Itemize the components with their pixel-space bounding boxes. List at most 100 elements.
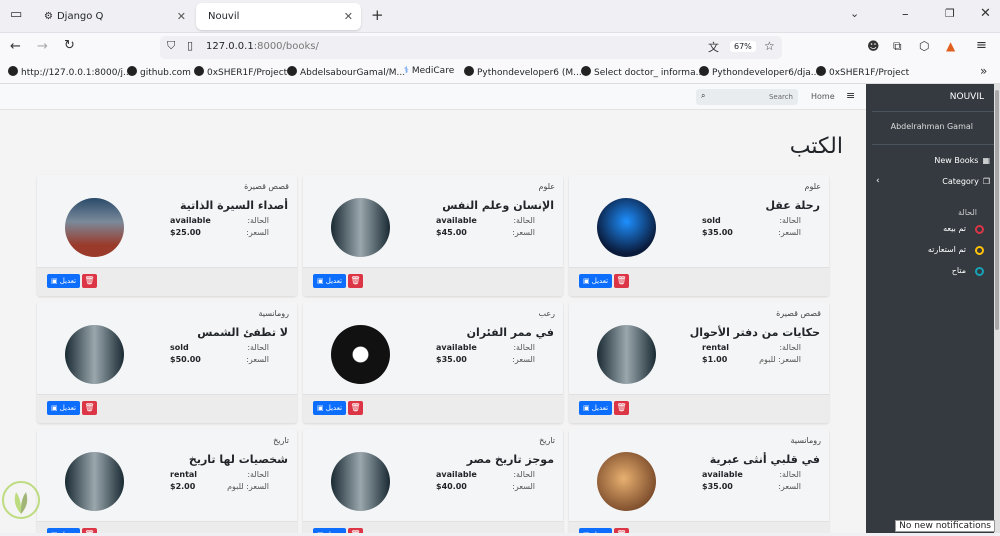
main-content: الكتب علوم رحلة عقل الحالة: sold السعر: $35.0… bbox=[0, 110, 866, 533]
bookmark-item[interactable]: Pythondeveloper6 (M... bbox=[464, 66, 582, 78]
book-card[interactable]: قصص قصيرة حكايات من دفتر الأحوال الحالة: re… bbox=[569, 302, 829, 423]
forward-icon[interactable]: → bbox=[37, 39, 48, 54]
edit-button[interactable]: ▣ تعديل bbox=[313, 528, 346, 533]
book-title[interactable]: في قلبي أنثى عبرية bbox=[710, 453, 820, 466]
bookmark-item[interactable]: AbdelsabourGamal/M... bbox=[287, 66, 405, 78]
search-icon[interactable]: ⌕ bbox=[701, 91, 705, 101]
book-cover-image[interactable] bbox=[597, 198, 656, 257]
delete-button[interactable]: 🗑 bbox=[348, 274, 363, 288]
card-footer: ▣ تعديل🗑 bbox=[37, 394, 297, 423]
puzzle-icon[interactable]: ⧉ bbox=[893, 39, 902, 54]
tab-nouvil[interactable]: Nouvil ✕ bbox=[196, 3, 361, 30]
book-card[interactable]: تاريخ شخصيات لها تاريخ الحالة: rental السعر:… bbox=[37, 429, 297, 533]
edit-button[interactable]: ▣ تعديل bbox=[579, 401, 612, 415]
bookmark-item[interactable]: Pythondeveloper6/dja... bbox=[699, 66, 819, 78]
book-title[interactable]: أصداء السيرة الذاتية bbox=[180, 199, 288, 212]
book-title[interactable]: الإنسان وعلم النفس bbox=[442, 199, 554, 212]
book-title[interactable]: شخصيات لها تاريخ bbox=[189, 453, 288, 466]
card-footer: ▣ تعديل🗑 bbox=[303, 267, 563, 296]
edit-button[interactable]: ▣ تعديل bbox=[313, 274, 346, 288]
extension-icon[interactable]: ☻ bbox=[867, 39, 880, 53]
book-cover-image[interactable] bbox=[597, 325, 656, 384]
sidebar-item-category[interactable]: Category ❐ bbox=[942, 177, 990, 186]
save-icon: ▣ bbox=[316, 404, 324, 412]
more-bookmarks-icon[interactable]: » bbox=[980, 64, 987, 78]
book-cover-image[interactable] bbox=[65, 452, 124, 511]
book-category: قصص قصيرة bbox=[776, 309, 821, 318]
brand[interactable]: NOUVIL bbox=[950, 92, 984, 102]
book-title[interactable]: موجز تاريخ مصر bbox=[467, 453, 554, 466]
book-card[interactable]: علوم رحلة عقل الحالة: sold السعر: $35.00 ▣ تعد… bbox=[569, 175, 829, 296]
github-icon bbox=[699, 66, 709, 76]
home-link[interactable]: Home bbox=[811, 92, 835, 101]
card-footer: ▣ تعديل🗑 bbox=[569, 521, 829, 533]
delete-button[interactable]: 🗑 bbox=[82, 401, 97, 415]
translate-icon[interactable]: 文 bbox=[708, 39, 719, 55]
bookmark-star-icon[interactable]: ☆ bbox=[764, 39, 775, 53]
edit-button[interactable]: ▣ تعديل bbox=[47, 401, 80, 415]
url-bar[interactable]: ⛉ ▯ 127.0.0.1:8000/books/ 文 67% ☆ bbox=[160, 36, 782, 59]
book-title[interactable]: حكايات من دفتر الأحوال bbox=[690, 326, 820, 339]
book-card[interactable]: علوم الإنسان وعلم النفس الحالة: available ال… bbox=[303, 175, 563, 296]
edit-label: تعديل bbox=[591, 404, 609, 412]
fox-icon[interactable]: ▲ bbox=[946, 39, 955, 53]
close-window-icon[interactable]: ✕ bbox=[980, 6, 991, 21]
shield-icon[interactable]: ⬡ bbox=[919, 39, 929, 53]
delete-button[interactable]: 🗑 bbox=[614, 274, 629, 288]
edit-button[interactable]: ▣ تعديل bbox=[47, 528, 80, 533]
delete-button[interactable]: 🗑 bbox=[614, 528, 629, 533]
zoom-level[interactable]: 67% bbox=[730, 41, 756, 52]
edit-button[interactable]: ▣ تعديل bbox=[579, 528, 612, 533]
book-cover-image[interactable] bbox=[331, 325, 390, 384]
delete-button[interactable]: 🗑 bbox=[82, 528, 97, 533]
user-name[interactable]: Abdelrahman Gamal bbox=[891, 122, 973, 131]
book-cover-image[interactable] bbox=[65, 198, 124, 257]
edit-button[interactable]: ▣ تعديل bbox=[313, 401, 346, 415]
search-form[interactable]: ⌕ Search bbox=[696, 89, 798, 105]
minimize-icon[interactable]: – bbox=[902, 7, 909, 22]
bookmark-item[interactable]: github.com bbox=[127, 66, 191, 78]
maximize-icon[interactable]: ❐ bbox=[945, 7, 955, 20]
tab-django-q[interactable]: ⚙ Django Q ✕ bbox=[32, 3, 194, 30]
book-cover-image[interactable] bbox=[331, 452, 390, 511]
tab-list-icon[interactable]: ⌄ bbox=[850, 7, 859, 20]
back-icon[interactable]: ← bbox=[10, 39, 21, 54]
book-card[interactable]: قصص قصيرة أصداء السيرة الذاتية الحالة: avai… bbox=[37, 175, 297, 296]
edit-button[interactable]: ▣ تعديل bbox=[47, 274, 80, 288]
security-shield-icon[interactable]: ⛉ bbox=[167, 39, 175, 53]
bookmark-item[interactable]: ⚕ MediCare bbox=[404, 66, 454, 76]
edit-button[interactable]: ▣ تعديل bbox=[579, 274, 612, 288]
sidebar-item-new-books[interactable]: New Books ▦ bbox=[934, 156, 990, 165]
menu-icon[interactable]: ≡ bbox=[976, 38, 987, 53]
book-card[interactable]: رعب في ممر الفئران الحالة: available السعر: $… bbox=[303, 302, 563, 423]
close-tab-icon[interactable]: ✕ bbox=[177, 3, 186, 30]
book-cover-image[interactable] bbox=[597, 452, 656, 511]
hamburger-icon[interactable]: ≡ bbox=[846, 89, 855, 102]
book-cover-image[interactable] bbox=[331, 198, 390, 257]
url-text[interactable]: 127.0.0.1:8000/books/ bbox=[206, 41, 319, 52]
tab-overview-icon[interactable]: ▭ bbox=[10, 7, 22, 22]
chevron-left-icon[interactable]: ‹ bbox=[876, 176, 880, 186]
scrollbar-thumb[interactable] bbox=[995, 90, 999, 330]
book-title[interactable]: رحلة عقل bbox=[765, 199, 820, 212]
bookmark-item[interactable]: Select doctor_ informa... bbox=[581, 66, 704, 78]
delete-button[interactable]: 🗑 bbox=[614, 401, 629, 415]
book-card[interactable]: رومانسية لا تطفئ الشمس الحالة: sold السعر: $5… bbox=[37, 302, 297, 423]
book-title[interactable]: في ممر الفئران bbox=[467, 326, 554, 339]
reload-icon[interactable]: ↻ bbox=[64, 38, 75, 53]
new-tab-icon[interactable]: + bbox=[371, 6, 384, 24]
close-tab-icon[interactable]: ✕ bbox=[344, 3, 353, 30]
book-cover-image[interactable] bbox=[65, 325, 124, 384]
bookmark-item[interactable]: 0xSHER1F/Project bbox=[194, 66, 287, 78]
book-card[interactable]: رومانسية في قلبي أنثى عبرية الحالة: availab… bbox=[569, 429, 829, 533]
book-title[interactable]: لا تطفئ الشمس bbox=[197, 326, 288, 339]
delete-button[interactable]: 🗑 bbox=[82, 274, 97, 288]
book-card[interactable]: تاريخ موجز تاريخ مصر الحالة: available السعر… bbox=[303, 429, 563, 533]
delete-button[interactable]: 🗑 bbox=[348, 528, 363, 533]
delete-button[interactable]: 🗑 bbox=[348, 401, 363, 415]
bookmark-item[interactable]: 0xSHER1F/Project bbox=[816, 66, 909, 78]
book-price: $2.00 bbox=[170, 482, 196, 491]
bookmark-item[interactable]: http://127.0.0.1:8000/j... bbox=[8, 66, 132, 78]
search-input[interactable]: Search bbox=[769, 93, 793, 101]
book-price: $35.00 bbox=[436, 355, 467, 364]
